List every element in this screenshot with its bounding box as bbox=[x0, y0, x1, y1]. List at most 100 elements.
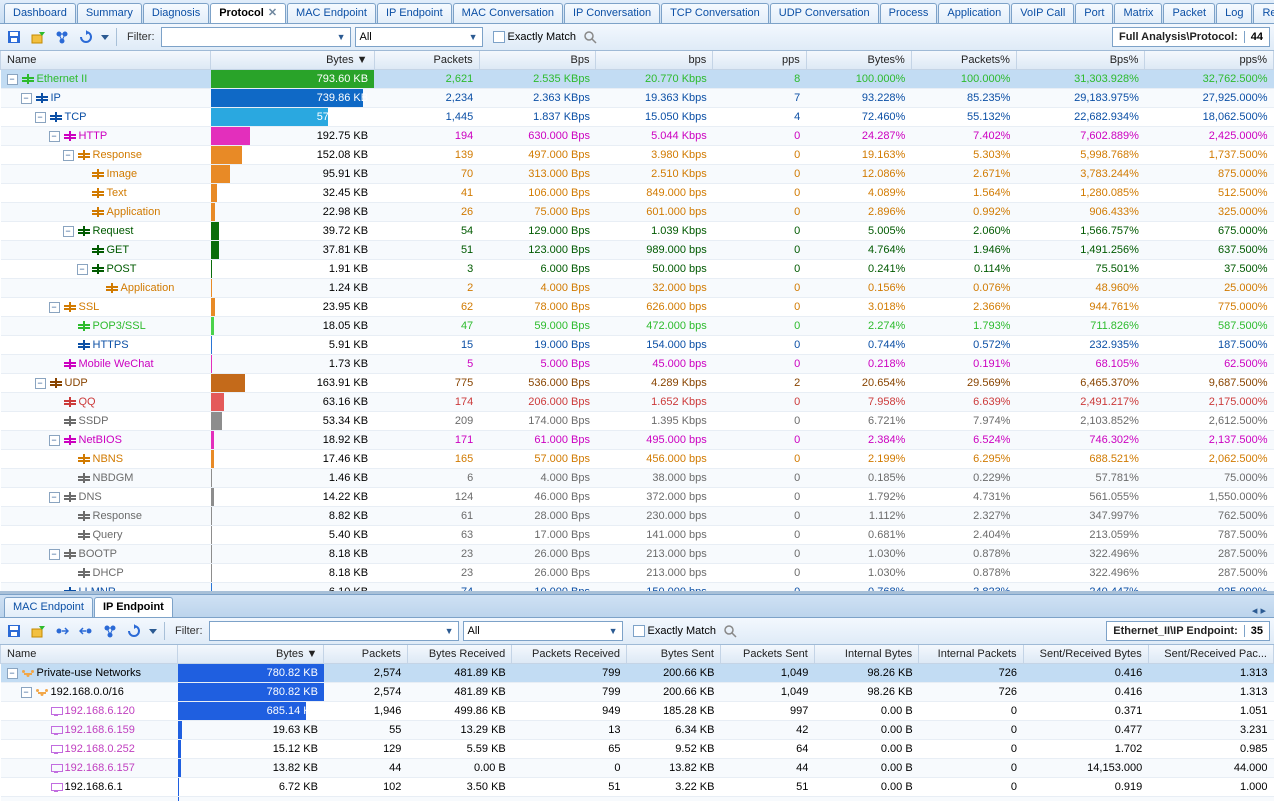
refresh-dropdown-icon[interactable] bbox=[148, 621, 158, 641]
table-row[interactable]: Mobile WeChat1.73 KB55.000 Bps45.000 bps… bbox=[1, 355, 1274, 374]
expander-icon[interactable]: − bbox=[49, 435, 60, 446]
table-row[interactable]: HTTPS5.91 KB1519.000 Bps154.000 bps00.74… bbox=[1, 336, 1274, 355]
node-icon[interactable] bbox=[52, 27, 72, 47]
table-row[interactable]: Application22.98 KB2675.000 Bps601.000 b… bbox=[1, 203, 1274, 222]
filter-combo[interactable]: ▼ bbox=[209, 621, 459, 641]
col-header[interactable]: Internal Packets bbox=[919, 645, 1023, 664]
table-row[interactable]: 192.168.6.2556.53 KB606.53 KB600.00 B00.… bbox=[1, 797, 1274, 801]
table-row[interactable]: −NetBIOS18.92 KB17161.000 Bps495.000 bps… bbox=[1, 431, 1274, 450]
col-header[interactable]: Packets bbox=[324, 645, 407, 664]
scope-combo[interactable]: All▼ bbox=[463, 621, 623, 641]
node-icon[interactable] bbox=[100, 621, 120, 641]
table-row[interactable]: 192.168.6.15919.63 KB5513.29 KB136.34 KB… bbox=[1, 721, 1274, 740]
tab-packet[interactable]: Packet bbox=[1163, 3, 1215, 23]
expander-icon[interactable]: − bbox=[35, 378, 46, 389]
table-row[interactable]: −SSL23.95 KB6278.000 Bps626.000 bps03.01… bbox=[1, 298, 1274, 317]
node-in-icon[interactable] bbox=[52, 621, 72, 641]
table-row[interactable]: −TCP575.05 KB1,4451.837 KBps15.050 Kbps4… bbox=[1, 108, 1274, 127]
tab-scroll-arrows[interactable]: ◂ ▸ bbox=[1248, 604, 1270, 617]
exact-match-checkbox[interactable] bbox=[493, 31, 505, 43]
col-header[interactable]: Bytes ▼ bbox=[178, 645, 324, 664]
tab-protocol[interactable]: Protocol✕ bbox=[210, 3, 286, 23]
expander-icon[interactable]: − bbox=[49, 302, 60, 313]
expander-icon[interactable]: − bbox=[35, 112, 46, 123]
sub-tab-ip-endpoint[interactable]: IP Endpoint bbox=[94, 597, 173, 617]
save-icon[interactable] bbox=[4, 621, 24, 641]
col-header[interactable]: pps% bbox=[1145, 51, 1274, 70]
expander-icon[interactable]: − bbox=[7, 74, 18, 85]
expander-icon[interactable]: − bbox=[21, 93, 32, 104]
tab-report[interactable]: Report bbox=[1253, 3, 1274, 23]
tab-dashboard[interactable]: Dashboard bbox=[4, 3, 76, 23]
tab-voip-call[interactable]: VoIP Call bbox=[1011, 3, 1074, 23]
expander-icon[interactable]: − bbox=[21, 687, 32, 698]
col-header[interactable]: Bytes ▼ bbox=[211, 51, 375, 70]
table-row[interactable]: NBNS17.46 KB16557.000 Bps456.000 bps02.1… bbox=[1, 450, 1274, 469]
expander-icon[interactable]: − bbox=[77, 264, 88, 275]
exact-match-checkbox[interactable] bbox=[633, 625, 645, 637]
tab-summary[interactable]: Summary bbox=[77, 3, 142, 23]
endpoint-grid[interactable]: NameBytes ▼PacketsBytes ReceivedPackets … bbox=[0, 645, 1274, 801]
table-row[interactable]: −BOOTP8.18 KB2326.000 Bps213.000 bps01.0… bbox=[1, 545, 1274, 564]
table-row[interactable]: Image95.91 KB70313.000 Bps2.510 Kbps012.… bbox=[1, 165, 1274, 184]
table-row[interactable]: −HTTP192.75 KB194630.000 Bps5.044 Kbps02… bbox=[1, 127, 1274, 146]
table-row[interactable]: Application1.24 KB24.000 Bps32.000 bps00… bbox=[1, 279, 1274, 298]
table-row[interactable]: 192.168.6.15713.82 KB440.00 B013.82 KB44… bbox=[1, 759, 1274, 778]
table-row[interactable]: Query5.40 KB6317.000 Bps141.000 bps00.68… bbox=[1, 526, 1274, 545]
expander-icon[interactable]: − bbox=[49, 492, 60, 503]
table-row[interactable]: −192.168.0.0/16780.82 KB2,574481.89 KB79… bbox=[1, 683, 1274, 702]
tab-ip-conversation[interactable]: IP Conversation bbox=[564, 3, 660, 23]
expander-icon[interactable]: − bbox=[7, 668, 18, 679]
tab-matrix[interactable]: Matrix bbox=[1114, 3, 1162, 23]
tab-mac-conversation[interactable]: MAC Conversation bbox=[453, 3, 563, 23]
expander-icon[interactable]: − bbox=[49, 131, 60, 142]
table-row[interactable]: −UDP163.91 KB775536.000 Bps4.289 Kbps220… bbox=[1, 374, 1274, 393]
tab-application[interactable]: Application bbox=[938, 3, 1010, 23]
tab-ip-endpoint[interactable]: IP Endpoint bbox=[377, 3, 452, 23]
table-row[interactable]: LLMNR6.10 KB7410.000 Bps150.000 bps00.76… bbox=[1, 583, 1274, 592]
filter-combo[interactable]: ▼ bbox=[161, 27, 351, 47]
table-row[interactable]: NBDGM1.46 KB64.000 Bps38.000 bps00.185%0… bbox=[1, 469, 1274, 488]
refresh-icon[interactable] bbox=[124, 621, 144, 641]
close-icon[interactable]: ✕ bbox=[268, 7, 277, 19]
sub-tab-mac-endpoint[interactable]: MAC Endpoint bbox=[4, 597, 93, 617]
tab-process[interactable]: Process bbox=[880, 3, 938, 23]
tab-mac-endpoint[interactable]: MAC Endpoint bbox=[287, 3, 376, 23]
table-row[interactable]: −Ethernet II793.60 KB2,6212.535 KBps20.7… bbox=[1, 70, 1274, 89]
col-header[interactable]: Name bbox=[1, 645, 178, 664]
table-row[interactable]: −POST1.91 KB36.000 Bps50.000 bps00.241%0… bbox=[1, 260, 1274, 279]
node-out-icon[interactable] bbox=[76, 621, 96, 641]
col-header[interactable]: Packets Received bbox=[512, 645, 627, 664]
search-icon[interactable] bbox=[724, 624, 738, 638]
expander-icon[interactable]: − bbox=[63, 150, 74, 161]
col-header[interactable]: Bps% bbox=[1016, 51, 1144, 70]
table-row[interactable]: Response8.82 KB6128.000 Bps230.000 bps01… bbox=[1, 507, 1274, 526]
table-row[interactable]: −Private-use Networks780.82 KB2,574481.8… bbox=[1, 664, 1274, 683]
table-row[interactable]: 192.168.0.25215.12 KB1295.59 KB659.52 KB… bbox=[1, 740, 1274, 759]
table-row[interactable]: DHCP8.18 KB2326.000 Bps213.000 bps01.030… bbox=[1, 564, 1274, 583]
col-header[interactable]: Name bbox=[1, 51, 211, 70]
table-row[interactable]: −DNS14.22 KB12446.000 Bps372.000 bps01.7… bbox=[1, 488, 1274, 507]
table-row[interactable]: GET37.81 KB51123.000 Bps989.000 bps04.76… bbox=[1, 241, 1274, 260]
col-header[interactable]: bps bbox=[596, 51, 713, 70]
export-icon[interactable] bbox=[28, 27, 48, 47]
expander-icon[interactable]: − bbox=[63, 226, 74, 237]
table-row[interactable]: −IP739.86 KB2,2342.363 KBps19.363 Kbps79… bbox=[1, 89, 1274, 108]
save-icon[interactable] bbox=[4, 27, 24, 47]
col-header[interactable]: Packets% bbox=[911, 51, 1016, 70]
scope-combo[interactable]: All▼ bbox=[355, 27, 483, 47]
protocol-grid[interactable]: NameBytes ▼PacketsBpsbpsppsBytes%Packets… bbox=[0, 51, 1274, 591]
table-row[interactable]: 192.168.6.16.72 KB1023.50 KB513.22 KB510… bbox=[1, 778, 1274, 797]
col-header[interactable]: Internal Bytes bbox=[814, 645, 918, 664]
expander-icon[interactable]: − bbox=[49, 549, 60, 560]
export-icon[interactable] bbox=[28, 621, 48, 641]
tab-tcp-conversation[interactable]: TCP Conversation bbox=[661, 3, 769, 23]
refresh-icon[interactable] bbox=[76, 27, 96, 47]
table-row[interactable]: Text32.45 KB41106.000 Bps849.000 bps04.0… bbox=[1, 184, 1274, 203]
col-header[interactable]: Packets bbox=[374, 51, 479, 70]
table-row[interactable]: 192.168.6.120685.14 KB1,946499.86 KB9491… bbox=[1, 702, 1274, 721]
col-header[interactable]: Sent/Received Bytes bbox=[1023, 645, 1148, 664]
table-row[interactable]: −Request39.72 KB54129.000 Bps1.039 Kbps0… bbox=[1, 222, 1274, 241]
table-row[interactable]: POP3/SSL18.05 KB4759.000 Bps472.000 bps0… bbox=[1, 317, 1274, 336]
col-header[interactable]: Bytes Sent bbox=[627, 645, 721, 664]
